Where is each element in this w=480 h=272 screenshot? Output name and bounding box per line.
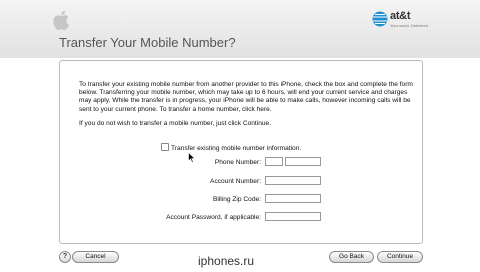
account-number-label: Account Number: bbox=[210, 178, 261, 185]
att-globe-icon bbox=[372, 11, 388, 27]
go-back-button[interactable]: Go Back bbox=[329, 251, 374, 263]
watermark-text: iphones.ru bbox=[198, 254, 255, 268]
instructions-text: To transfer your existing mobile number … bbox=[79, 81, 413, 113]
carrier-name: at&t bbox=[390, 10, 411, 22]
page-title: Transfer Your Mobile Number? bbox=[59, 35, 236, 50]
phone-number-label: Phone Number: bbox=[214, 159, 261, 166]
billing-zip-input[interactable] bbox=[265, 194, 321, 203]
phone-number-input[interactable] bbox=[285, 157, 321, 166]
continue-button[interactable]: Continue bbox=[377, 251, 423, 263]
skip-instructions-text: If you do not wish to transfer a mobile … bbox=[79, 120, 272, 127]
account-password-label: Account Password, if applicable: bbox=[166, 214, 261, 221]
transfer-checkbox-row[interactable]: Transfer existing mobile number informat… bbox=[161, 143, 301, 152]
phone-area-code-input[interactable] bbox=[265, 157, 283, 166]
billing-zip-label: Billing Zip Code: bbox=[212, 196, 261, 203]
transfer-checkbox-label: Transfer existing mobile number informat… bbox=[171, 145, 302, 152]
help-button[interactable]: ? bbox=[59, 251, 71, 263]
transfer-form-panel: To transfer your existing mobile number … bbox=[59, 60, 423, 244]
account-number-input[interactable] bbox=[265, 176, 321, 185]
apple-logo-icon bbox=[53, 10, 69, 31]
cancel-button[interactable]: Cancel bbox=[72, 251, 119, 263]
account-password-input[interactable] bbox=[265, 212, 321, 221]
carrier-tagline: Your world. Delivered bbox=[390, 23, 428, 28]
transfer-checkbox[interactable] bbox=[161, 143, 169, 151]
